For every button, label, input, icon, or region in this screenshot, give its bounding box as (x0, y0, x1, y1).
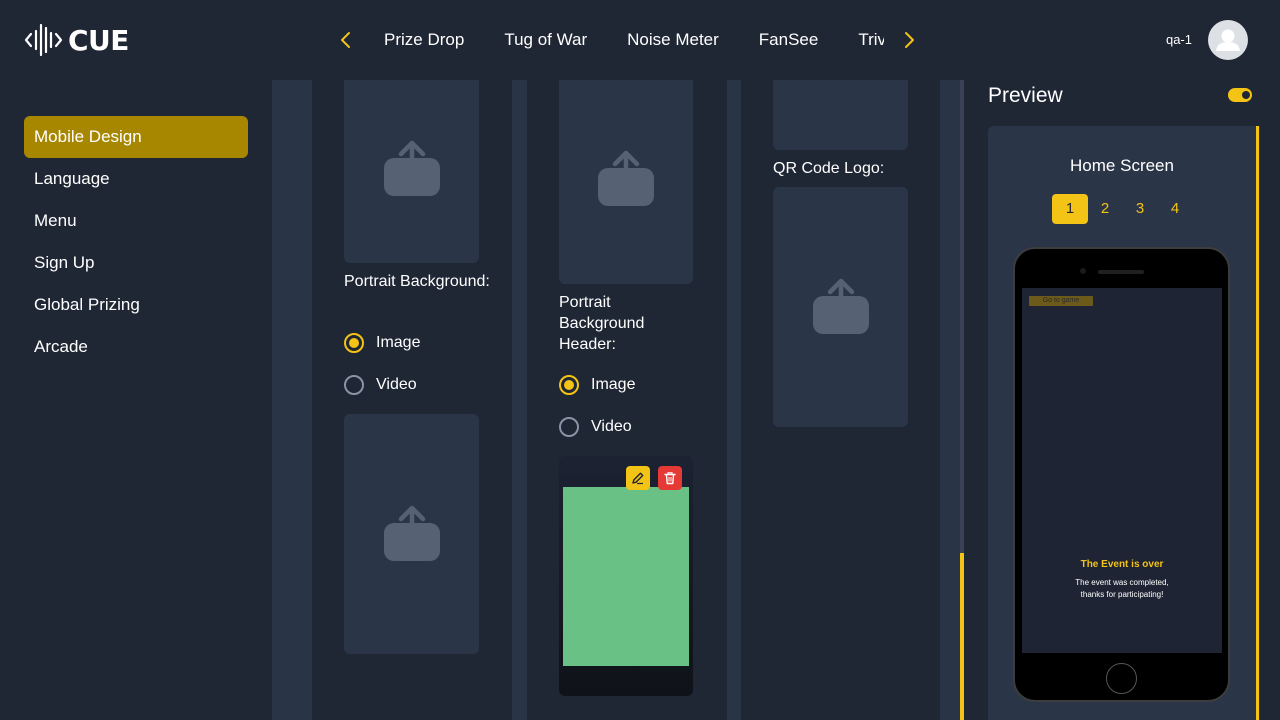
tab-noise-meter[interactable]: Noise Meter (607, 0, 739, 80)
upload-icon (383, 505, 440, 561)
sidebar-item-arcade[interactable]: Arcade (24, 326, 248, 368)
page-button-3[interactable]: 3 (1122, 194, 1158, 224)
radio-image[interactable]: Image (559, 375, 635, 395)
event-message-line: thanks for participating! (1080, 590, 1164, 599)
radio-circle (344, 333, 364, 353)
tab-tug-of-war[interactable]: Tug of War (484, 0, 607, 80)
preview-title: Preview (988, 84, 1063, 107)
go-to-game-button[interactable]: Go to game (1029, 296, 1093, 306)
sidebar-item-menu[interactable]: Menu (24, 200, 248, 242)
chevron-left-icon[interactable] (334, 28, 358, 52)
trash-icon[interactable] (658, 466, 682, 490)
scrollbar-thumb[interactable] (960, 553, 964, 720)
sidebar-item-language[interactable]: Language (24, 158, 248, 200)
radio-circle (344, 375, 364, 395)
upload-dropzone-qr[interactable] (773, 187, 908, 427)
user-icon (1216, 29, 1240, 51)
sidebar-item-mobile-design[interactable]: Mobile Design (24, 116, 248, 158)
event-message-line: The event was completed, (1075, 578, 1169, 587)
logo-text: CUE (68, 23, 129, 57)
radio-video[interactable]: Video (344, 375, 417, 395)
toggle-knob (1242, 91, 1250, 99)
radio-video[interactable]: Video (559, 417, 632, 437)
column-portrait-background: Portrait Background: Image Video (312, 80, 512, 720)
screen-title: Home Screen (1070, 156, 1174, 175)
uploaded-image-preview (563, 487, 689, 666)
radio-circle (559, 417, 579, 437)
upload-icon (598, 150, 654, 206)
sidebar: Mobile Design Language Menu Sign Up Glob… (0, 80, 272, 720)
radio-circle (559, 375, 579, 395)
portrait-background-header-label: Portrait Background Header: (559, 294, 645, 353)
page-button-1[interactable]: 1 (1052, 194, 1088, 224)
phone-speaker (1098, 270, 1144, 274)
upload-dropzone-top[interactable] (559, 80, 693, 284)
phone-camera (1080, 268, 1086, 274)
event-over-message: The event was completed, thanks for part… (1022, 577, 1222, 601)
event-over-title: The Event is over (1080, 559, 1164, 570)
radio-label: Image (591, 376, 636, 393)
page-button-4[interactable]: 4 (1157, 194, 1193, 224)
game-tabs: Prize Drop Tug of War Noise Meter FanSee Tri… (364, 0, 884, 80)
portrait-background-label: Portrait Background: (344, 273, 490, 290)
tab-trivia[interactable]: Trivia (838, 0, 884, 80)
upload-icon (812, 278, 869, 334)
upload-dropzone-top[interactable] (773, 80, 908, 150)
column-qr-code: QR Code Logo: (741, 80, 940, 720)
tab-fansee[interactable]: FanSee (739, 0, 839, 80)
cue-logo[interactable]: CUE (24, 20, 129, 60)
chevron-right-icon[interactable] (897, 28, 921, 52)
column-portrait-background-header: Portrait Background Header: Image Video (527, 80, 727, 720)
tab-prize-drop[interactable]: Prize Drop (364, 0, 484, 80)
logo-mark-icon (24, 23, 63, 57)
uploaded-image-card (559, 456, 693, 696)
sidebar-item-global-prizing[interactable]: Global Prizing (24, 284, 248, 326)
page-button-2[interactable]: 2 (1087, 194, 1123, 224)
preview-scrollbar[interactable] (1256, 126, 1259, 720)
radio-image[interactable]: Image (344, 333, 420, 353)
phone-home-button (1106, 663, 1137, 694)
preview-toggle[interactable] (1228, 88, 1252, 102)
sidebar-item-sign-up[interactable]: Sign Up (24, 242, 248, 284)
upload-dropzone-top[interactable] (344, 80, 479, 263)
radio-label: Video (591, 418, 632, 435)
upload-icon (383, 140, 440, 196)
top-header: CUE Prize Drop Tug of War Noise Meter FanSe… (0, 0, 1280, 80)
radio-label: Video (376, 376, 417, 393)
qr-code-logo-label: QR Code Logo: (773, 160, 885, 177)
user-name: qa-1 (1165, 32, 1192, 47)
avatar[interactable] (1208, 20, 1248, 60)
radio-label: Image (376, 334, 421, 351)
upload-dropzone-portrait[interactable] (344, 414, 479, 654)
design-content: Portrait Background: Image Video Portrai… (272, 80, 960, 720)
edit-icon[interactable] (626, 466, 650, 490)
